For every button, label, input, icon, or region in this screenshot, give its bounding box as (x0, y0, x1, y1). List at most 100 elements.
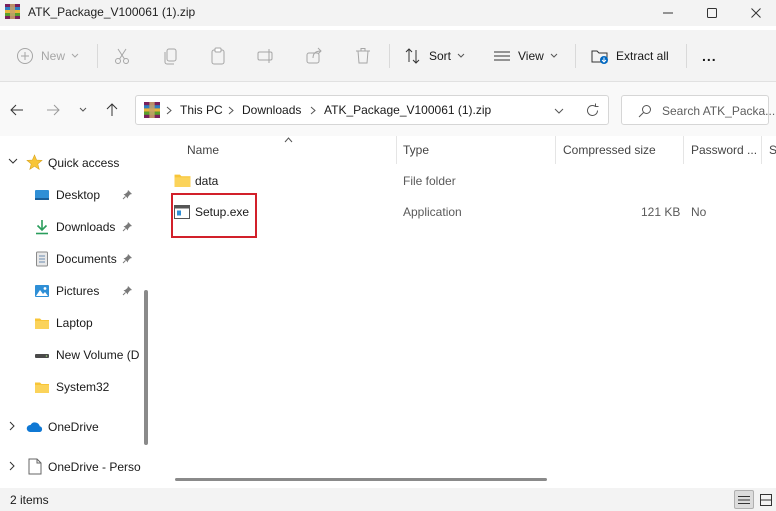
horizontal-scrollbar[interactable] (175, 478, 547, 481)
cut-icon (115, 48, 129, 64)
pin-icon[interactable] (122, 253, 133, 264)
pin-icon[interactable] (122, 221, 133, 232)
nav-item-pictures[interactable]: Pictures (0, 277, 138, 305)
new-label: New (41, 49, 66, 63)
title-bar: ATK_Package_V100061 (1).zip (0, 0, 776, 26)
details-view-button[interactable] (734, 490, 754, 509)
share-icon (306, 47, 322, 64)
maximize-button[interactable] (689, 0, 735, 26)
plus-circle-icon (17, 48, 33, 64)
sort-button[interactable]: Sort (404, 42, 465, 70)
sort-ascending-icon (284, 137, 293, 143)
download-icon (36, 220, 48, 235)
nav-onedrive-personal[interactable]: OneDrive - Perso (0, 453, 141, 481)
cloud-icon (26, 422, 43, 432)
sort-icon (405, 48, 420, 64)
nav-item-label: New Volume (D (56, 348, 140, 362)
column-header-extra[interactable]: S (769, 143, 776, 157)
minimize-icon (663, 12, 673, 14)
chevron-down-icon[interactable] (554, 108, 564, 115)
paste-button[interactable] (208, 42, 228, 70)
up-button[interactable] (100, 98, 124, 122)
view-button[interactable]: View (493, 42, 558, 70)
refresh-icon[interactable] (585, 103, 600, 118)
rename-button[interactable] (256, 42, 276, 70)
more-options-icon: ... (702, 48, 717, 64)
search-placeholder: Search ATK_Packa... (662, 104, 776, 118)
nav-item-system32[interactable]: System32 (0, 373, 138, 401)
star-icon (26, 154, 43, 170)
column-header-compressed-size[interactable]: Compressed size (563, 143, 656, 157)
nav-item-new-volume[interactable]: New Volume (D (0, 341, 140, 369)
cut-button[interactable] (112, 42, 132, 70)
chevron-down-icon (550, 53, 558, 58)
close-button[interactable] (733, 0, 776, 26)
breadcrumb-downloads[interactable]: Downloads (242, 103, 301, 117)
chevron-right-icon (166, 106, 172, 115)
nav-scrollbar[interactable] (144, 290, 148, 445)
sort-label: Sort (429, 49, 452, 63)
back-button[interactable] (5, 98, 29, 122)
extract-all-label: Extract all (616, 49, 669, 63)
chevron-down-icon[interactable] (8, 157, 18, 165)
minimize-button[interactable] (645, 0, 691, 26)
chevron-right-icon (310, 106, 316, 115)
file-name: data (195, 174, 219, 188)
nav-item-label: Desktop (56, 188, 101, 202)
command-bar: New Sort View Extract all ... (0, 30, 776, 82)
file-type: Application (403, 205, 462, 219)
window-title: ATK_Package_V100061 (1).zip (28, 5, 196, 19)
arrow-up-icon (106, 103, 118, 116)
forward-button[interactable] (41, 98, 65, 122)
file-compressed-size: 121 KB (641, 205, 681, 219)
pin-icon[interactable] (122, 285, 133, 296)
recent-locations-button[interactable] (71, 98, 95, 122)
pin-icon[interactable] (122, 189, 133, 200)
column-header-password[interactable]: Password ... (691, 143, 757, 157)
breadcrumb-archive[interactable]: ATK_Package_V100061 (1).zip (324, 103, 491, 117)
arrow-left-icon (10, 104, 23, 116)
copy-button[interactable] (161, 42, 181, 70)
nav-onedrive[interactable]: OneDrive (0, 413, 138, 441)
file-type: File folder (403, 174, 456, 188)
nav-item-label: Pictures (56, 284, 100, 298)
rename-icon (257, 49, 273, 63)
folder-icon (174, 174, 191, 187)
breadcrumb-this-pc[interactable]: This PC (180, 103, 223, 117)
nav-item-label: Laptop (56, 316, 93, 330)
file-row-data[interactable]: data File folder (155, 166, 776, 196)
pictures-icon (35, 285, 49, 297)
documents-icon (36, 251, 48, 267)
search-input[interactable]: Search ATK_Packa... (621, 95, 775, 125)
nav-quick-access-label: Quick access (48, 156, 120, 170)
more-options-button[interactable]: ... (702, 42, 717, 70)
share-button[interactable] (304, 42, 324, 70)
nav-item-desktop[interactable]: Desktop (0, 181, 138, 209)
extract-all-button[interactable]: Extract all (591, 42, 669, 70)
nav-item-laptop[interactable]: Laptop (0, 309, 138, 337)
tiles-view-button[interactable] (756, 490, 776, 509)
highlight-box (171, 193, 257, 238)
delete-icon (356, 48, 370, 64)
nav-item-documents[interactable]: Documents (0, 245, 138, 273)
chevron-right-icon[interactable] (8, 421, 16, 431)
nav-quick-access[interactable]: Quick access (0, 149, 138, 177)
desktop-icon (35, 190, 49, 200)
nav-item-downloads[interactable]: Downloads (0, 213, 138, 241)
nav-item-label: System32 (56, 380, 110, 394)
close-icon (751, 8, 761, 18)
drive-icon (35, 354, 49, 358)
status-bar: 2 items (0, 488, 776, 511)
paste-icon (211, 47, 225, 65)
address-bar[interactable]: This PC Downloads ATK_Package_V100061 (1… (135, 95, 609, 125)
new-button[interactable]: New (16, 42, 79, 70)
folder-icon (35, 382, 49, 393)
nav-item-label: Downloads (56, 220, 116, 234)
delete-button[interactable] (353, 42, 373, 70)
view-label: View (518, 49, 544, 63)
chevron-right-icon (228, 106, 234, 115)
column-header-type[interactable]: Type (403, 143, 429, 157)
chevron-right-icon[interactable] (8, 461, 16, 471)
nav-item-label: Documents (56, 252, 117, 266)
column-header-name[interactable]: Name (187, 143, 219, 157)
